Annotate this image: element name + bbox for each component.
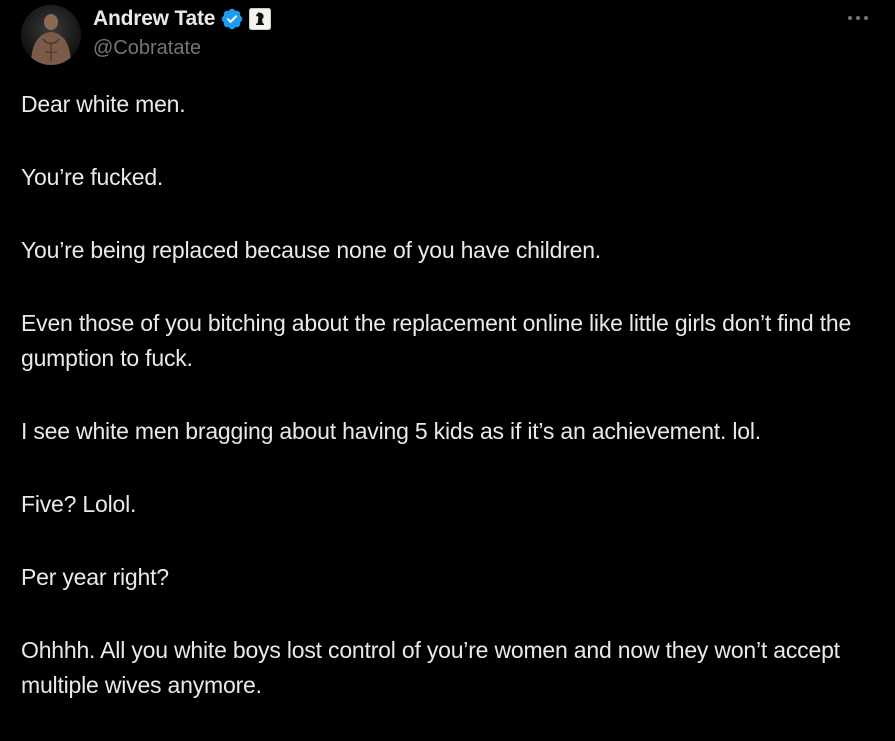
verified-badge-icon[interactable]: [220, 7, 244, 31]
tweet-card: Andrew Tate @Cobratate Dear white men. Y…: [0, 0, 895, 738]
author-name-row: Andrew Tate: [93, 6, 272, 32]
tweet-text: Dear white men. You’re fucked. You’re be…: [21, 87, 871, 741]
tweet-paragraph: You’re fucked.: [21, 164, 164, 190]
tweet-paragraph: Per year right?: [21, 564, 169, 590]
tweet-paragraph: You’re being replaced because none of yo…: [21, 237, 601, 263]
more-options-icon: [848, 16, 868, 20]
tweet-paragraph: Dear white men.: [21, 91, 186, 117]
tweet-paragraph: Ohhhh. All you white boys lost control o…: [21, 637, 840, 698]
author-avatar[interactable]: [21, 5, 81, 65]
user-avatar-icon: [21, 5, 81, 65]
more-options-button[interactable]: [840, 6, 876, 30]
author-display-name[interactable]: Andrew Tate: [93, 7, 215, 31]
author-handle[interactable]: @Cobratate: [93, 37, 201, 60]
tweet-paragraph: Even those of you bitching about the rep…: [21, 310, 852, 371]
tweet-paragraph: I see white men bragging about having 5 …: [21, 418, 761, 444]
tweet-paragraph: Five? Lolol.: [21, 491, 137, 517]
chess-piece-affiliate-icon[interactable]: [249, 8, 272, 30]
